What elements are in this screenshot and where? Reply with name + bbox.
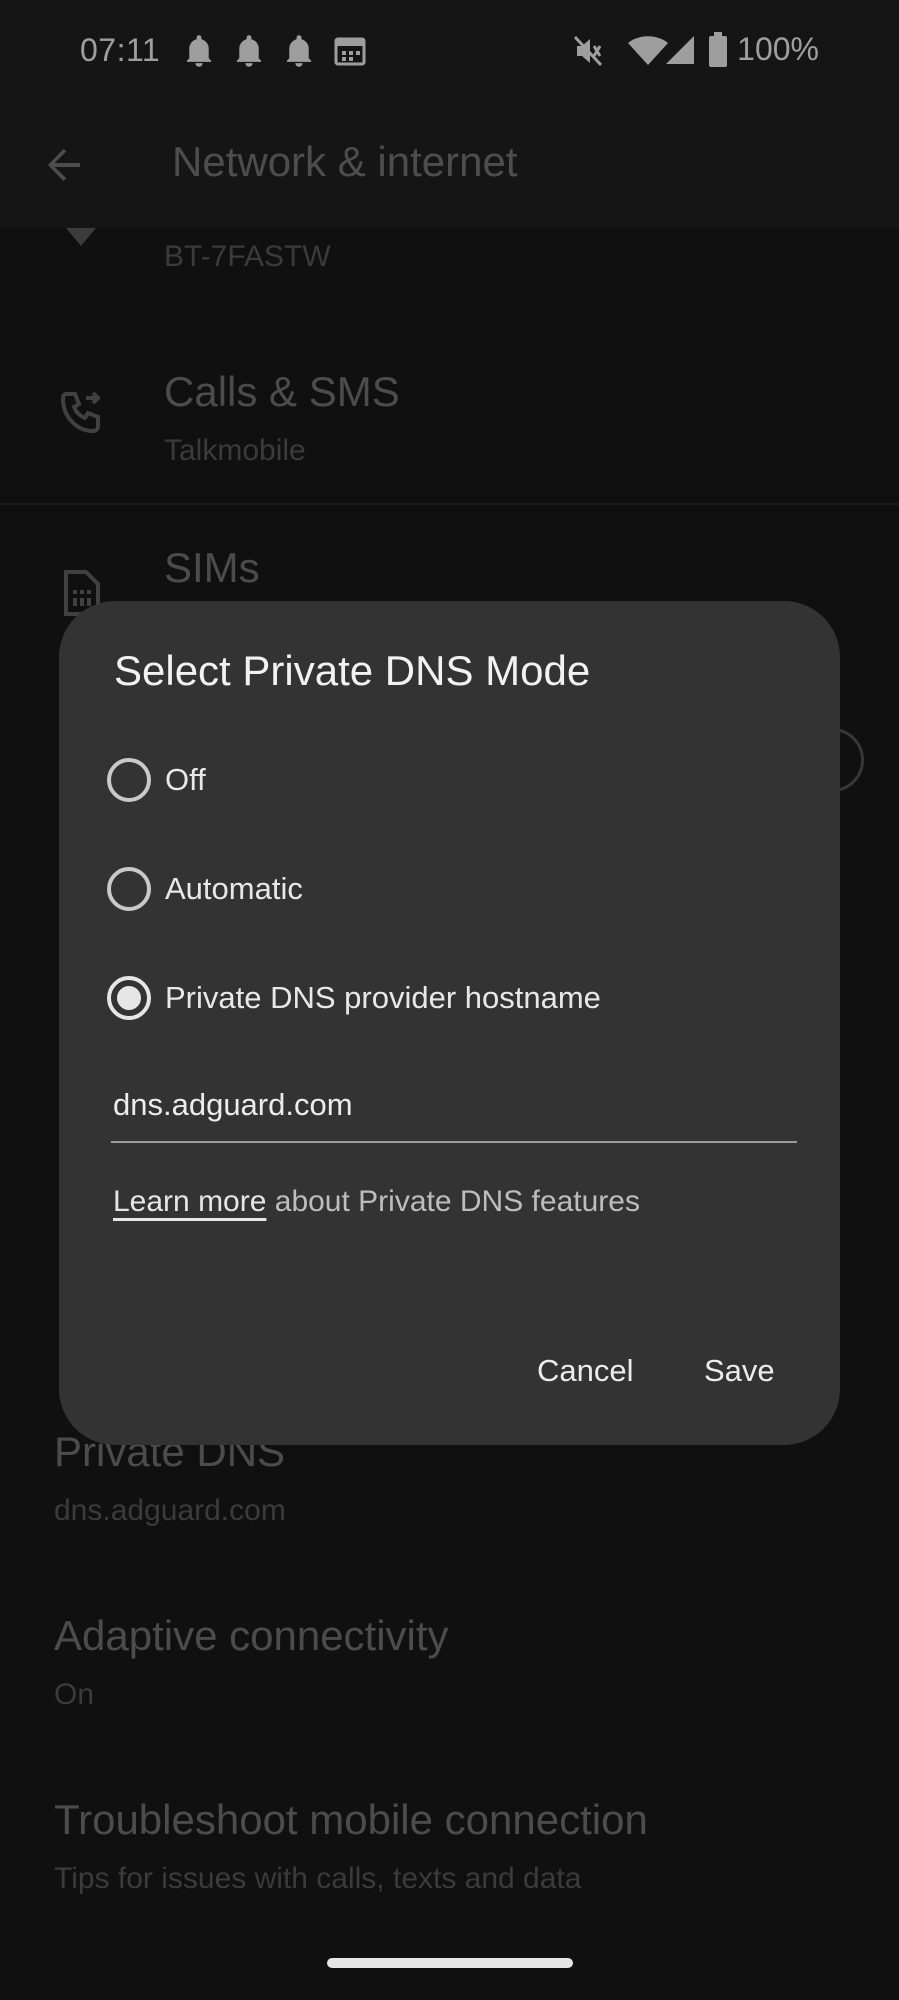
private-dns-dialog: Select Private DNS Mode Off Automatic Pr… xyxy=(59,601,840,1445)
dialog-title: Select Private DNS Mode xyxy=(114,647,591,694)
radio-label: Automatic xyxy=(165,871,303,906)
radio-label: Private DNS provider hostname xyxy=(165,980,601,1015)
radio-button-selected[interactable] xyxy=(107,976,151,1020)
radio-option-automatic[interactable]: Automatic xyxy=(107,854,787,924)
learn-more-link[interactable]: Learn more xyxy=(113,1185,266,1218)
radio-option-off[interactable]: Off xyxy=(107,745,787,815)
settings-screen: 07:11 100% Network & internet BT-7FASTW … xyxy=(0,0,899,2000)
radio-label: Off xyxy=(165,762,206,797)
radio-button[interactable] xyxy=(107,867,151,911)
radio-option-hostname[interactable]: Private DNS provider hostname xyxy=(107,963,787,1033)
hostname-input[interactable]: dns.adguard.com xyxy=(111,1077,797,1143)
learn-more-rest: about Private DNS features xyxy=(266,1185,640,1218)
home-indicator[interactable] xyxy=(327,1958,573,1968)
save-button[interactable]: Save xyxy=(704,1353,775,1389)
hostname-value: dns.adguard.com xyxy=(113,1087,353,1122)
radio-button[interactable] xyxy=(107,758,151,802)
learn-more-text: Learn more about Private DNS features xyxy=(113,1185,640,1219)
cancel-button[interactable]: Cancel xyxy=(537,1353,634,1389)
